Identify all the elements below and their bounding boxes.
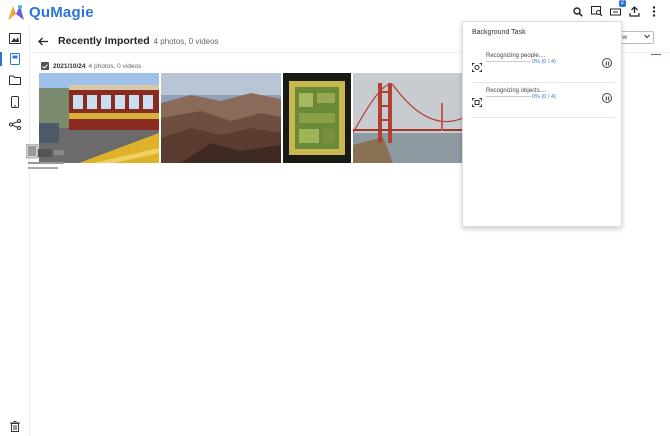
image-search-icon[interactable] bbox=[590, 5, 603, 18]
sidebar-item-trash[interactable] bbox=[8, 419, 22, 433]
task-progress-bar bbox=[486, 61, 531, 62]
app-name: QuMagie bbox=[29, 4, 94, 21]
task-divider bbox=[472, 117, 614, 118]
task-item: Recognizing objects.... 0% (0 / 4) bbox=[472, 87, 614, 118]
panel-title: Background Task bbox=[472, 29, 526, 36]
more-vert-icon[interactable] bbox=[647, 5, 660, 18]
task-progress: 0% (0 / 4) bbox=[532, 59, 556, 65]
page-title: Recently Imported bbox=[58, 35, 150, 47]
face-recognition-icon bbox=[472, 59, 482, 72]
active-indicator bbox=[0, 52, 2, 66]
floating-widget[interactable] bbox=[25, 143, 68, 172]
photo-thumbnail[interactable] bbox=[283, 73, 351, 163]
pause-button[interactable] bbox=[602, 58, 612, 68]
object-recognition-icon bbox=[472, 94, 482, 107]
photo-grid bbox=[39, 73, 463, 163]
sidebar bbox=[0, 26, 30, 436]
sidebar-item-share[interactable] bbox=[8, 117, 22, 131]
photo-thumbnail[interactable] bbox=[353, 73, 463, 163]
qumagie-logo-icon bbox=[6, 4, 26, 21]
task-progress-bar bbox=[486, 96, 531, 97]
task-divider bbox=[472, 82, 614, 83]
chevron-down-icon bbox=[644, 34, 650, 41]
task-count-badge: 2 bbox=[618, 0, 626, 7]
search-icon[interactable] bbox=[571, 5, 584, 18]
scroll-indicator bbox=[651, 54, 661, 55]
pause-button[interactable] bbox=[602, 93, 612, 103]
sidebar-item-mobile[interactable] bbox=[8, 95, 22, 109]
app-logo[interactable]: QuMagie bbox=[6, 4, 94, 21]
sidebar-item-photos[interactable] bbox=[8, 31, 22, 45]
back-arrow-icon[interactable] bbox=[38, 35, 50, 47]
select-group-checkbox[interactable] bbox=[41, 62, 49, 70]
group-date: 2021/10/24 bbox=[53, 62, 86, 70]
group-count: 4 photos, 0 videos bbox=[88, 62, 142, 70]
background-task-panel: Background Task Recognizing people.... 0… bbox=[462, 21, 622, 227]
photo-thumbnail[interactable] bbox=[161, 73, 281, 163]
tasks-icon[interactable]: 2 bbox=[609, 0, 626, 18]
task-progress: 0% (0 / 4) bbox=[532, 94, 556, 100]
sidebar-item-recently-imported[interactable] bbox=[8, 52, 22, 66]
page-subtitle: 4 photos, 0 videos bbox=[153, 36, 219, 46]
task-item: Recognizing people.... 0% (0 / 4) bbox=[472, 52, 614, 83]
sidebar-item-folders[interactable] bbox=[8, 73, 22, 87]
upload-icon[interactable] bbox=[628, 5, 641, 18]
